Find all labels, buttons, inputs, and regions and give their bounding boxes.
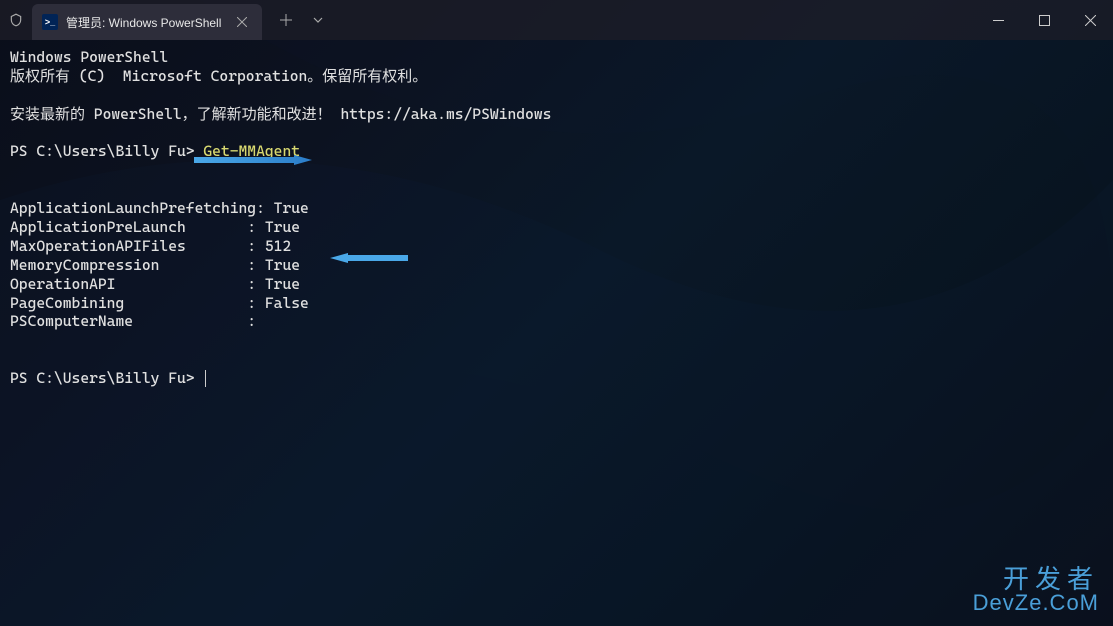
- shield-icon: [0, 13, 32, 27]
- window-controls: [975, 0, 1113, 40]
- watermark-line2: DevZe.CoM: [973, 592, 1099, 614]
- watermark-line1: 开发者: [973, 566, 1099, 592]
- terminal-output[interactable]: Windows PowerShell 版权所有 (C) Microsoft Co…: [0, 40, 1113, 626]
- maximize-button[interactable]: [1021, 0, 1067, 40]
- titlebar: >_ 管理员: Windows PowerShell: [0, 0, 1113, 40]
- text-cursor: [205, 370, 206, 387]
- tab-dropdown-button[interactable]: [302, 4, 334, 36]
- ps-install-line: 安装最新的 PowerShell，了解新功能和改进！ https://aka.m…: [10, 105, 551, 123]
- output-block: ApplicationLaunchPrefetching: True Appli…: [10, 199, 309, 330]
- command-text: Get-MMAgent: [203, 142, 300, 160]
- ps-header-line2: 版权所有 (C) Microsoft Corporation。保留所有权利。: [10, 67, 427, 85]
- close-button[interactable]: [1067, 0, 1113, 40]
- powershell-icon: >_: [42, 14, 58, 30]
- minimize-button[interactable]: [975, 0, 1021, 40]
- watermark: 开发者 DevZe.CoM: [973, 566, 1099, 614]
- prompt-prefix-2: PS C:\Users\Billy Fu>: [10, 369, 203, 387]
- new-tab-button[interactable]: [270, 4, 302, 36]
- tab-title: 管理员: Windows PowerShell: [66, 14, 221, 31]
- terminal-window: >_ 管理员: Windows PowerShell: [0, 0, 1113, 626]
- active-tab[interactable]: >_ 管理员: Windows PowerShell: [32, 4, 262, 40]
- prompt-prefix-1: PS C:\Users\Billy Fu>: [10, 142, 203, 160]
- tab-close-button[interactable]: [232, 12, 252, 32]
- arrow-annotation-memcompression: [330, 253, 408, 265]
- ps-header-line1: Windows PowerShell: [10, 48, 168, 66]
